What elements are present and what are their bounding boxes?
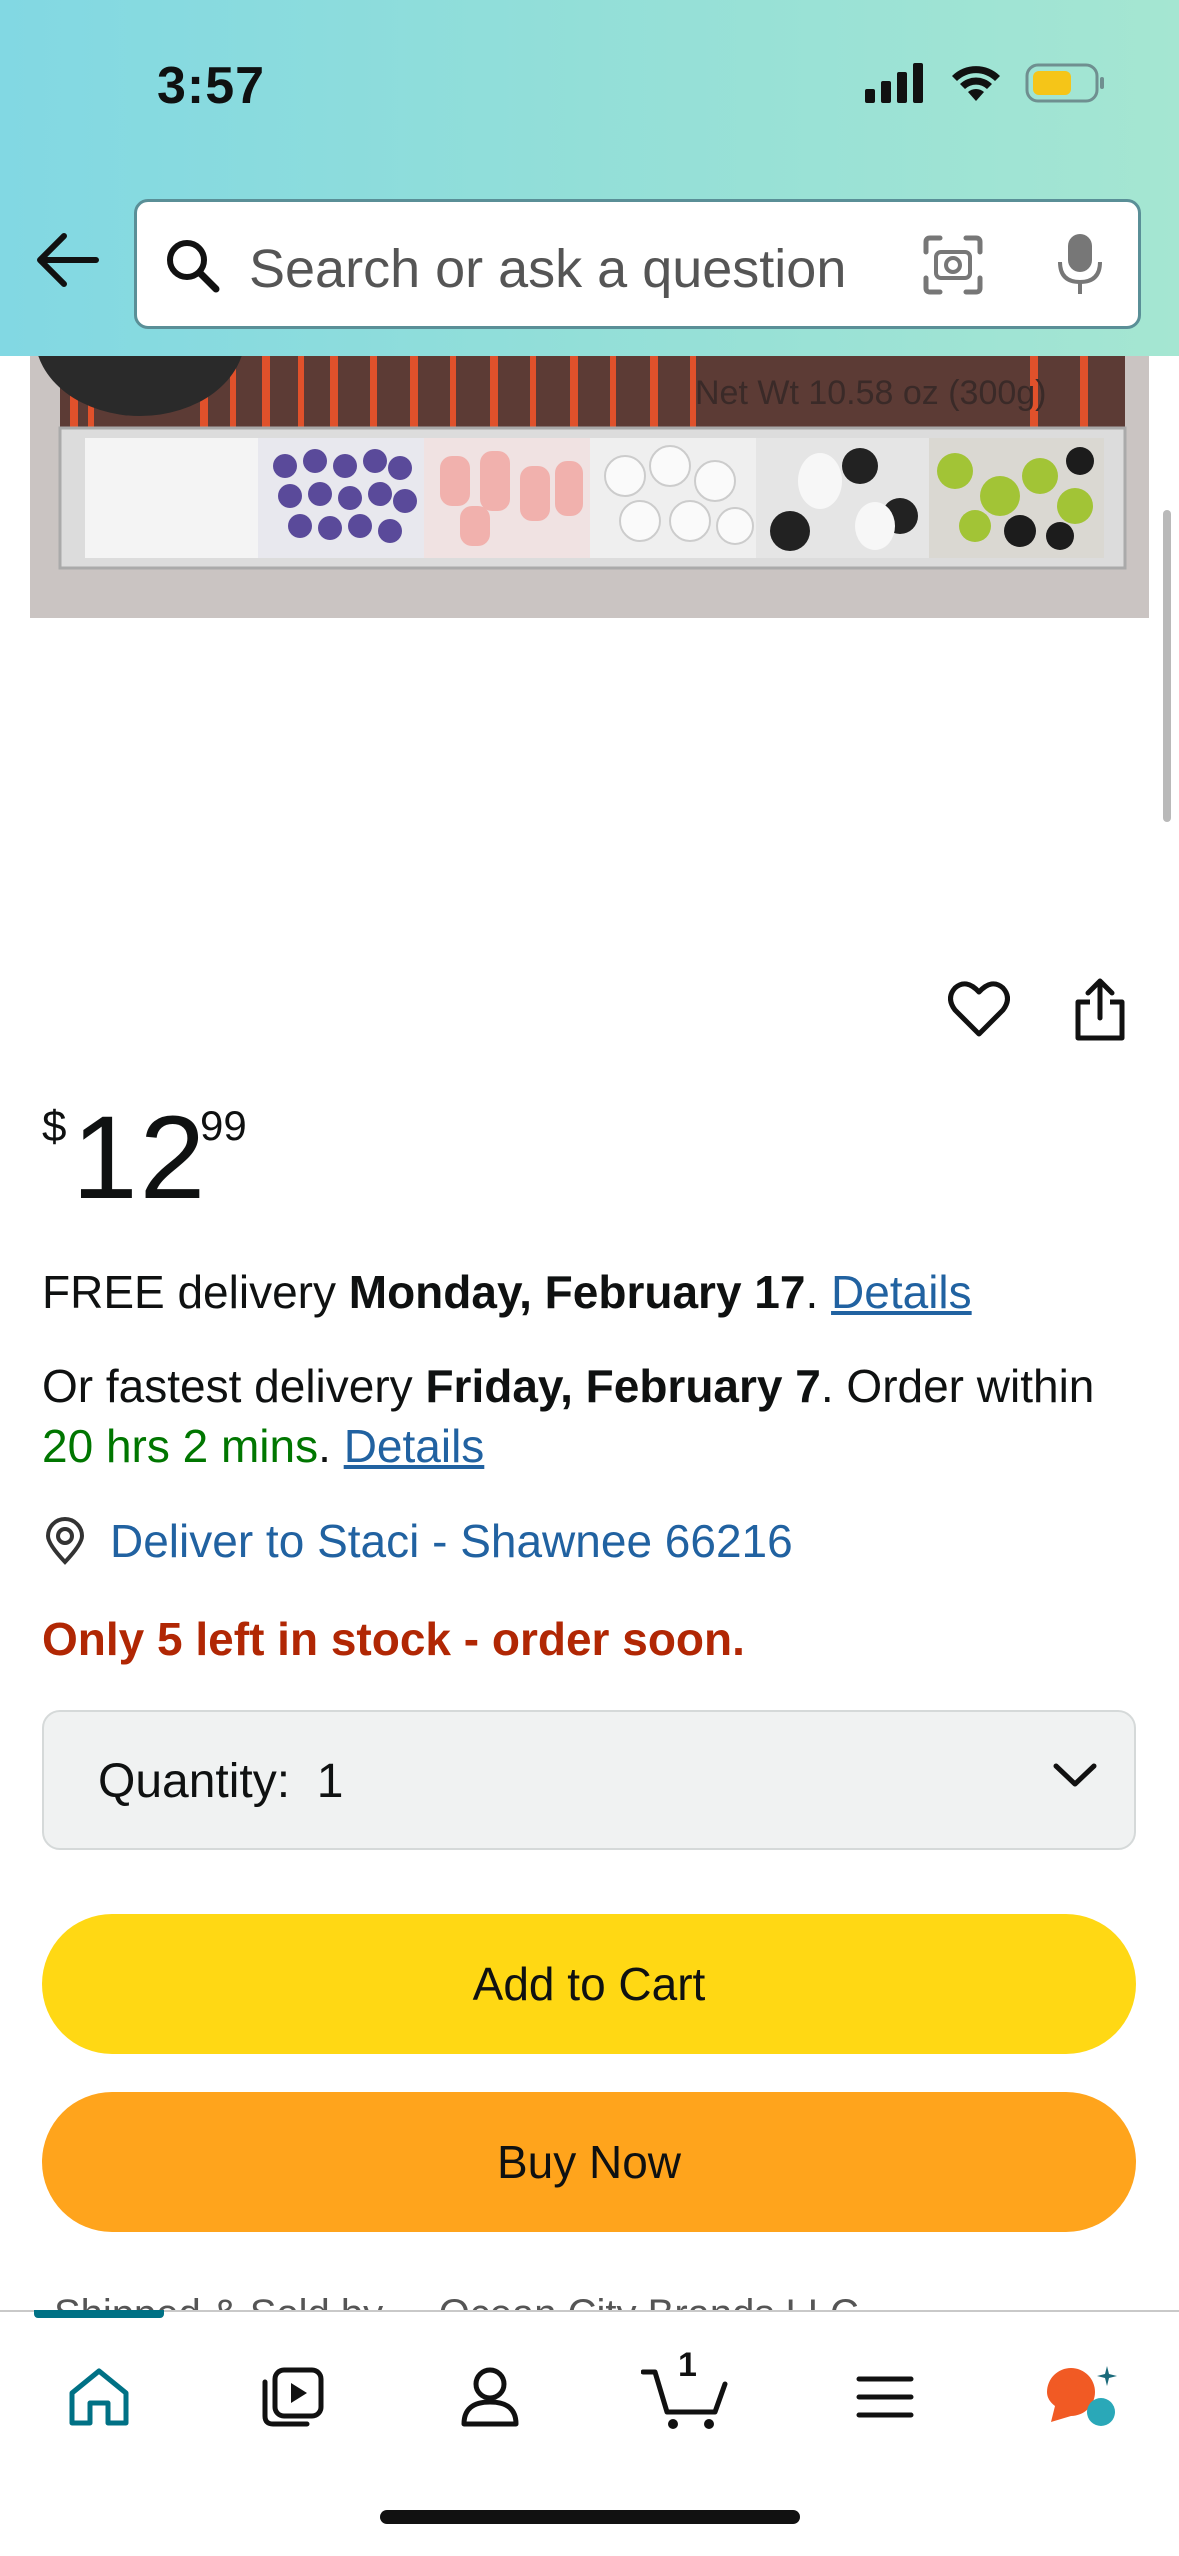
home-icon: [69, 2368, 129, 2426]
status-icons: [865, 62, 1105, 104]
wifi-icon: [952, 66, 1000, 101]
share-icon[interactable]: [1072, 978, 1128, 1042]
rufus-icon: [1047, 2366, 1117, 2426]
video-icon: [262, 2367, 324, 2427]
buy-now-button[interactable]: Buy Now: [42, 2092, 1136, 2232]
search-icon: [167, 240, 220, 293]
product-image[interactable]: Net Wt 10.58 oz (300g): [30, 356, 1149, 618]
free-delivery-details-link[interactable]: Details: [831, 1266, 972, 1318]
status-time: 3:57: [157, 57, 266, 115]
add-to-cart-button[interactable]: Add to Cart: [42, 1914, 1136, 2054]
top-header: 3:57 Search or ask a question: [0, 0, 1179, 356]
cart-count-badge: 1: [678, 2346, 697, 2384]
scroll-indicator: [1163, 510, 1171, 822]
nav-rufus[interactable]: [1036, 2352, 1126, 2442]
nav-video[interactable]: [248, 2352, 338, 2442]
chevron-down-icon: [1053, 1763, 1097, 1787]
back-arrow-icon[interactable]: [30, 222, 106, 298]
battery-icon: [1025, 63, 1104, 103]
nav-menu[interactable]: [840, 2352, 930, 2442]
nav-home[interactable]: [54, 2352, 144, 2442]
mic-icon[interactable]: [1056, 232, 1104, 298]
fastest-delivery-date: Friday, February 7: [425, 1360, 821, 1412]
price-fraction: 99: [200, 1102, 247, 1149]
price-currency: $: [42, 1102, 67, 1151]
sprinkle-kit-photo: Net Wt 10.58 oz (300g): [30, 356, 1149, 618]
active-tab-indicator: [34, 2310, 164, 2318]
nav-account[interactable]: [445, 2352, 535, 2442]
home-indicator: [380, 2510, 800, 2524]
heart-icon[interactable]: [948, 980, 1010, 1038]
deliver-to-text[interactable]: Deliver to Staci - Shawnee 66216: [110, 1514, 793, 1568]
quantity-dropdown[interactable]: Quantity: 1: [42, 1710, 1136, 1850]
fastest-delivery-line: Or fastest delivery Friday, February 7. …: [42, 1360, 1095, 1472]
quantity-label: Quantity: 1: [98, 1755, 344, 1808]
free-delivery-line: FREE delivery Monday, February 17. Detai…: [42, 1266, 972, 1318]
nav-cart[interactable]: 1: [640, 2346, 730, 2442]
signal-icon: [865, 63, 923, 103]
free-delivery-date: Monday, February 17: [348, 1266, 806, 1318]
camera-icon[interactable]: [922, 234, 984, 296]
location-pin-icon: [45, 1517, 85, 1565]
search-bar[interactable]: Search or ask a question: [134, 199, 1141, 329]
deliver-to-location[interactable]: Deliver to Staci - Shawnee 66216: [42, 1514, 793, 1568]
fastest-delivery-details-link[interactable]: Details: [344, 1420, 485, 1472]
quantity-value: 1: [316, 1755, 344, 1808]
search-input[interactable]: Search or ask a question: [249, 238, 846, 300]
menu-icon: [856, 2376, 914, 2418]
order-countdown: 20 hrs 2 mins: [42, 1420, 319, 1472]
price-whole: 12: [72, 1092, 208, 1224]
account-icon: [461, 2367, 519, 2427]
product-net-weight: Net Wt 10.58 oz (300g): [695, 374, 1047, 412]
stock-message: Only 5 left in stock - order soon.: [42, 1613, 745, 1665]
